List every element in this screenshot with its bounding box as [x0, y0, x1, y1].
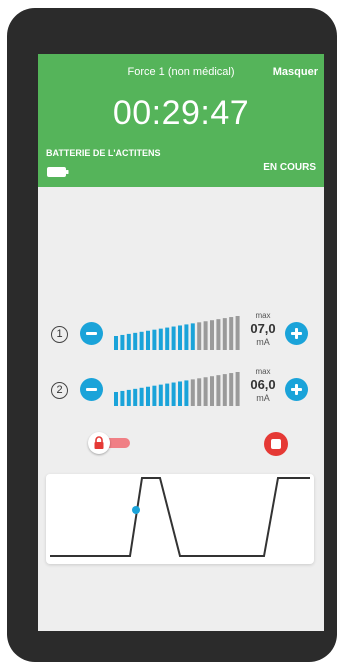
- channel-number-badge: 2: [51, 382, 68, 399]
- session-status: EN COURS: [263, 162, 316, 173]
- max-value: 07,0: [250, 321, 276, 336]
- decrease-intensity-button[interactable]: [80, 322, 103, 345]
- intensity-level-bars: [114, 372, 240, 406]
- intensity-level-bar: [114, 392, 118, 406]
- intensity-level-bar: [203, 321, 208, 350]
- channel-1-row: 1 max 07,0 mA: [38, 310, 324, 360]
- lock-toggle-knob: [88, 432, 110, 454]
- intensity-level-bar: [120, 390, 125, 406]
- intensity-level-bar: [178, 381, 182, 406]
- intensity-level-bar: [158, 328, 163, 350]
- intensity-level-bar: [197, 378, 202, 406]
- minus-icon: [86, 388, 97, 391]
- increase-intensity-button[interactable]: [285, 322, 308, 345]
- intensity-level-bar: [203, 377, 208, 406]
- intensity-level-bar: [190, 379, 195, 406]
- max-intensity: max 06,0 mA: [248, 367, 278, 404]
- intensity-level-bar: [171, 382, 176, 406]
- plus-icon-vertical: [295, 328, 298, 339]
- session-timer: 00:29:47: [112, 94, 250, 132]
- channel-2-row: 2 max 06,0 mA: [38, 366, 324, 416]
- waveform-position-marker: [132, 506, 140, 514]
- intensity-level-bar: [210, 376, 214, 406]
- intensity-level-bar: [216, 319, 221, 350]
- intensity-level-bar: [165, 383, 170, 406]
- lock-toggle[interactable]: [88, 432, 132, 454]
- intensity-level-bar: [229, 317, 234, 350]
- session-header: Force 1 (non médical) Masquer 00:29:47 B…: [38, 54, 324, 187]
- intensity-level-bar: [133, 332, 138, 350]
- plus-icon-vertical: [295, 384, 298, 395]
- intensity-level-bars: [114, 316, 240, 350]
- decrease-intensity-button[interactable]: [80, 378, 103, 401]
- intensity-level-bar: [158, 384, 163, 406]
- intensity-level-bar: [235, 316, 240, 350]
- channel-number-badge: 1: [51, 326, 68, 343]
- intensity-level-bar: [171, 326, 176, 350]
- intensity-level-bar: [178, 325, 182, 350]
- battery-icon: [47, 164, 69, 182]
- stimulation-waveform: [46, 474, 314, 564]
- waveform-graph: [50, 477, 310, 557]
- intensity-level-bar: [139, 387, 144, 406]
- intensity-level-bar: [146, 330, 150, 350]
- intensity-level-bar: [146, 386, 150, 406]
- max-unit: mA: [256, 337, 270, 347]
- phone-frame: Force 1 (non médical) Masquer 00:29:47 B…: [7, 8, 337, 662]
- intensity-level-bar: [120, 334, 125, 350]
- intensity-level-bar: [165, 327, 170, 350]
- intensity-level-bar: [152, 385, 157, 406]
- intensity-level-bar: [222, 318, 227, 350]
- intensity-level-bar: [126, 389, 131, 406]
- battery-label: BATTERIE DE L'ACTITENS: [46, 148, 161, 158]
- max-value: 06,0: [250, 377, 276, 392]
- minus-icon: [86, 332, 97, 335]
- intensity-level-bar: [222, 374, 227, 406]
- intensity-level-bar: [216, 375, 221, 406]
- increase-intensity-button[interactable]: [285, 378, 308, 401]
- intensity-level-bar: [184, 380, 189, 406]
- max-unit: mA: [256, 393, 270, 403]
- intensity-level-bar: [197, 322, 202, 350]
- app-screen: Force 1 (non médical) Masquer 00:29:47 B…: [38, 54, 324, 631]
- intensity-level-bar: [190, 323, 195, 350]
- intensity-level-bar: [114, 336, 118, 350]
- stop-button[interactable]: [264, 432, 288, 456]
- stop-icon: [271, 439, 281, 449]
- waveform-line: [50, 477, 310, 557]
- intensity-level-bar: [133, 388, 138, 406]
- hide-button[interactable]: Masquer: [273, 66, 318, 78]
- intensity-level-bar: [152, 329, 157, 350]
- max-intensity: max 07,0 mA: [248, 311, 278, 348]
- intensity-level-bar: [229, 373, 234, 406]
- intensity-level-bar: [235, 372, 240, 406]
- lock-icon: [94, 436, 104, 449]
- max-label: max: [255, 311, 271, 320]
- intensity-level-bar: [126, 333, 131, 350]
- max-label: max: [255, 367, 271, 376]
- intensity-level-bar: [139, 331, 144, 350]
- intensity-level-bar: [210, 320, 214, 350]
- intensity-level-bar: [184, 324, 189, 350]
